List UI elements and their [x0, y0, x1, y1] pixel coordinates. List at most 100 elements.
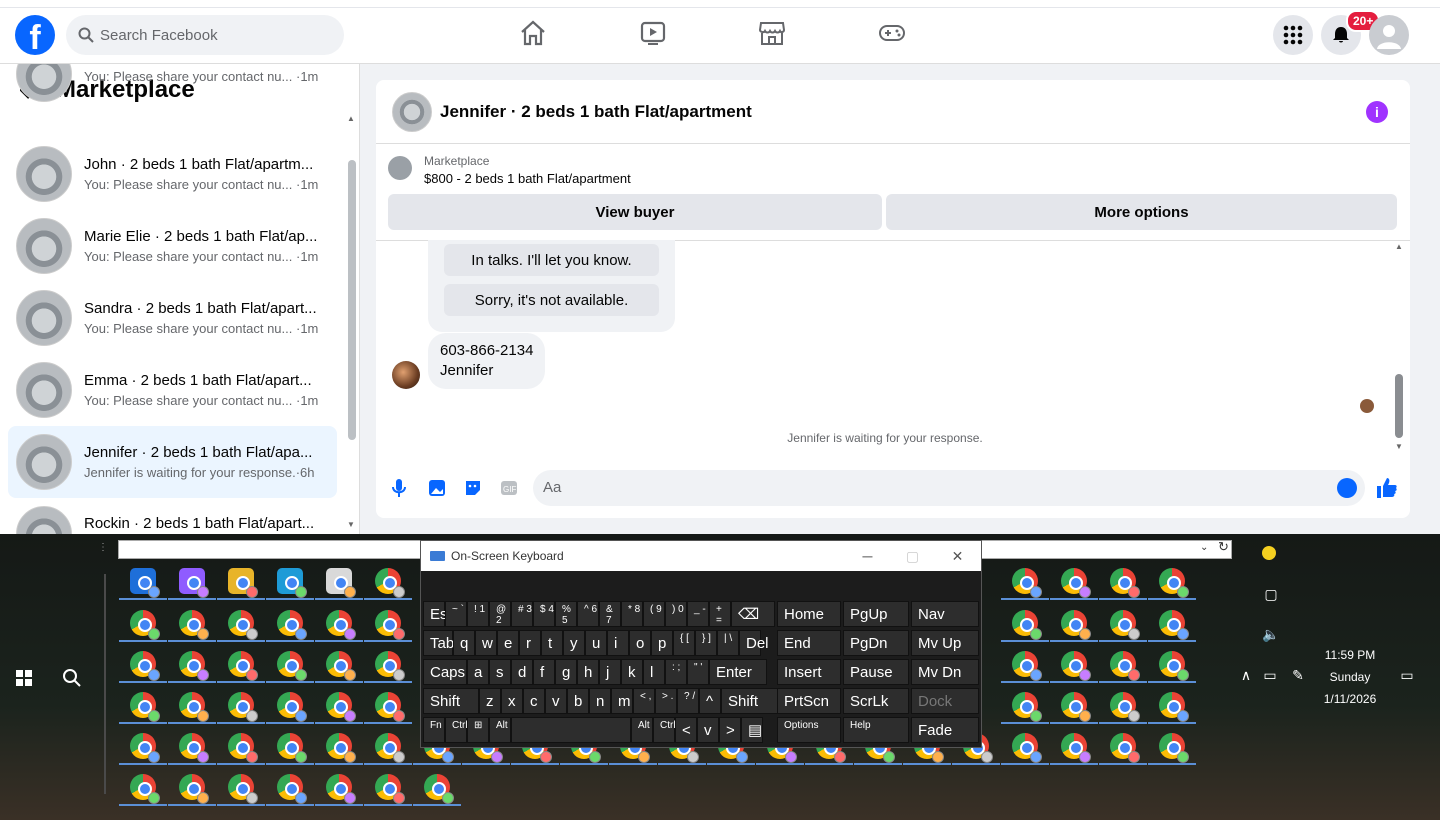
sticker-icon[interactable] [464, 479, 482, 497]
key[interactable]: ? / [677, 688, 699, 714]
emoji-icon[interactable] [1337, 478, 1357, 498]
conversation-sandra[interactable]: Sandra · 2 beds 1 bath Flat/apart... You:… [8, 282, 337, 354]
taskbar-app-icon[interactable] [1012, 610, 1042, 640]
taskbar-app-icon[interactable] [1012, 651, 1042, 681]
volume-icon[interactable]: 🔈 [1262, 626, 1280, 644]
key[interactable]: Home [777, 601, 841, 627]
key[interactable]: Dock [911, 688, 979, 714]
taskbar-app-icon[interactable] [326, 568, 356, 598]
home-icon[interactable] [519, 19, 547, 47]
taskbar-app-icon[interactable] [277, 692, 307, 722]
taskbar-app-icon[interactable] [130, 610, 160, 640]
marketplace-icon[interactable] [758, 19, 786, 47]
taskbar-app-icon[interactable] [375, 568, 405, 598]
message-input[interactable]: Aa [533, 470, 1365, 506]
taskbar-search-icon[interactable] [62, 668, 82, 688]
key[interactable]: v [545, 688, 567, 714]
key[interactable]: : ; [665, 659, 687, 685]
key[interactable]: Shift [721, 688, 781, 714]
taskbar-app-icon[interactable] [1012, 692, 1042, 722]
key[interactable]: Shift [423, 688, 479, 714]
conversation-emma[interactable]: Emma · 2 beds 1 bath Flat/apart... You: P… [8, 354, 337, 426]
taskbar-app-icon[interactable] [1159, 733, 1189, 763]
key[interactable]: > . [655, 688, 677, 714]
photo-icon[interactable] [428, 479, 446, 497]
taskbar-app-icon[interactable] [1012, 733, 1042, 763]
close-button[interactable]: ✕ [935, 541, 980, 571]
marketplace-listing[interactable]: Marketplace $800 - 2 beds 1 bath Flat/ap… [388, 154, 631, 186]
key[interactable]: < [675, 717, 697, 743]
conversation-john[interactable]: John · 2 beds 1 bath Flat/apartm... You: … [8, 138, 337, 210]
taskbar-app-icon[interactable] [1061, 610, 1091, 640]
key[interactable]: Mv Up [911, 630, 979, 656]
key[interactable]: } ] [695, 630, 717, 656]
key[interactable]: t [541, 630, 563, 656]
chat-avatar[interactable] [392, 91, 432, 132]
gif-icon[interactable]: GIF [500, 479, 518, 497]
taskbar-app-icon[interactable] [1110, 733, 1140, 763]
key[interactable]: @ 2 [489, 601, 511, 627]
key[interactable]: " ' [687, 659, 709, 685]
key[interactable]: # 3 [511, 601, 533, 627]
key[interactable]: Insert [777, 659, 841, 685]
key[interactable]: x [501, 688, 523, 714]
key[interactable]: Tab [423, 630, 454, 656]
taskbar-app-icon[interactable] [326, 733, 356, 763]
search-input[interactable]: Search Facebook [66, 15, 344, 55]
key[interactable]: s [489, 659, 511, 685]
taskbar-app-icon[interactable] [228, 774, 258, 804]
taskbar-app-icon[interactable] [375, 651, 405, 681]
key[interactable]: ~ ` [445, 601, 467, 627]
taskbar-app-icon[interactable] [277, 651, 307, 681]
key[interactable]: { [ [673, 630, 695, 656]
taskbar-app-icon[interactable] [326, 774, 356, 804]
sender-avatar[interactable] [392, 361, 420, 389]
key[interactable]: ▤ [741, 717, 763, 743]
key[interactable]: > [719, 717, 741, 743]
conversation-rockin[interactable]: Rockin · 2 beds 1 bath Flat/apart... [8, 498, 337, 534]
conversation-marie[interactable]: Marie Elie · 2 beds 1 bath Flat/ap... You… [8, 210, 337, 282]
scroll-up-arrow-icon[interactable]: ▲ [1395, 242, 1403, 251]
key[interactable]: Alt [631, 717, 653, 743]
conversation-partial[interactable]: You: Please share your contact nu... ·1m [8, 64, 337, 110]
key[interactable]: ( 9 [643, 601, 665, 627]
key[interactable]: & 7 [599, 601, 621, 627]
key[interactable]: h [577, 659, 599, 685]
network-icon[interactable]: ▭ [1261, 667, 1279, 685]
key[interactable]: _ - [687, 601, 709, 627]
taskbar-app-icon[interactable] [1159, 651, 1189, 681]
taskbar-app-icon[interactable] [326, 651, 356, 681]
key[interactable] [511, 717, 631, 743]
key[interactable]: d [511, 659, 533, 685]
key[interactable]: $ 4 [533, 601, 555, 627]
taskbar-app-icon[interactable] [1061, 568, 1091, 598]
scroll-up-arrow-icon[interactable]: ▲ [347, 114, 355, 123]
taskbar-clock[interactable]: 11:59 PM Sunday 1/11/2026 [1310, 644, 1390, 710]
taskbar-app-icon[interactable] [375, 774, 405, 804]
quick-reply[interactable]: In talks. I'll let you know. [444, 244, 659, 276]
maximize-button[interactable]: ▢ [890, 541, 935, 571]
key[interactable]: a [467, 659, 489, 685]
taskbar-app-icon[interactable] [228, 651, 258, 681]
taskbar-app-icon[interactable] [375, 610, 405, 640]
taskbar-app-icon[interactable] [1061, 692, 1091, 722]
key[interactable]: Enter [709, 659, 767, 685]
key[interactable]: o [629, 630, 651, 656]
key[interactable]: Fn [423, 717, 445, 743]
key[interactable]: PrtScn [777, 688, 841, 714]
phone-link-icon[interactable]: ▢ [1262, 586, 1280, 604]
taskbar-app-icon[interactable] [277, 568, 307, 598]
menu-grid-button[interactable] [1273, 15, 1313, 55]
dropdown-chevron-icon[interactable]: ⌄ [1200, 542, 1208, 553]
taskbar-app-icon[interactable] [179, 733, 209, 763]
key[interactable]: ScrLk [843, 688, 909, 714]
taskbar-app-icon[interactable] [228, 733, 258, 763]
like-icon[interactable] [1376, 477, 1398, 499]
more-options-button[interactable]: More options [886, 194, 1397, 230]
taskbar-app-icon[interactable] [375, 692, 405, 722]
taskbar-app-icon[interactable] [1159, 610, 1189, 640]
taskbar-app-icon[interactable] [179, 692, 209, 722]
taskbar-app-icon[interactable] [277, 733, 307, 763]
facebook-logo[interactable]: f [15, 15, 55, 55]
taskbar-app-icon[interactable] [179, 651, 209, 681]
